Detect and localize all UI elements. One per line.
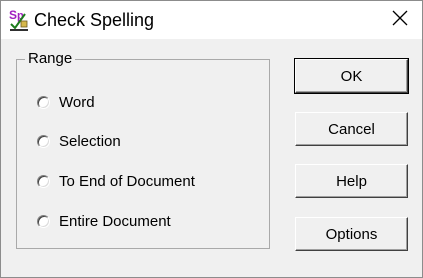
radio-label: Word <box>59 93 95 111</box>
close-icon <box>392 10 408 31</box>
ok-button[interactable]: OK <box>294 58 409 94</box>
close-button[interactable] <box>377 1 422 39</box>
spell-check-app-icon: S p <box>9 8 29 32</box>
radio-entire-document[interactable]: Entire Document <box>37 211 171 231</box>
title-bar: S p Check Spelling <box>1 1 422 39</box>
options-button[interactable]: Options <box>295 217 408 251</box>
radio-label: To End of Document <box>59 172 195 190</box>
window-title: Check Spelling <box>34 10 155 30</box>
radio-button-icon[interactable] <box>37 134 50 148</box>
radio-label: Entire Document <box>59 212 171 230</box>
radio-button-icon[interactable] <box>37 95 50 109</box>
range-group-label: Range <box>25 50 76 67</box>
radio-button-icon[interactable] <box>37 214 50 228</box>
help-button[interactable]: Help <box>295 164 408 198</box>
svg-text:S: S <box>9 8 17 22</box>
cancel-button[interactable]: Cancel <box>295 112 408 146</box>
radio-label: Selection <box>59 132 121 150</box>
radio-to-end-of-document[interactable]: To End of Document <box>37 171 195 191</box>
radio-selection[interactable]: Selection <box>37 131 121 151</box>
radio-word[interactable]: Word <box>37 92 95 112</box>
check-spelling-dialog: S p Check Spelling Range Word Selection … <box>0 0 423 278</box>
radio-button-icon[interactable] <box>37 174 50 188</box>
